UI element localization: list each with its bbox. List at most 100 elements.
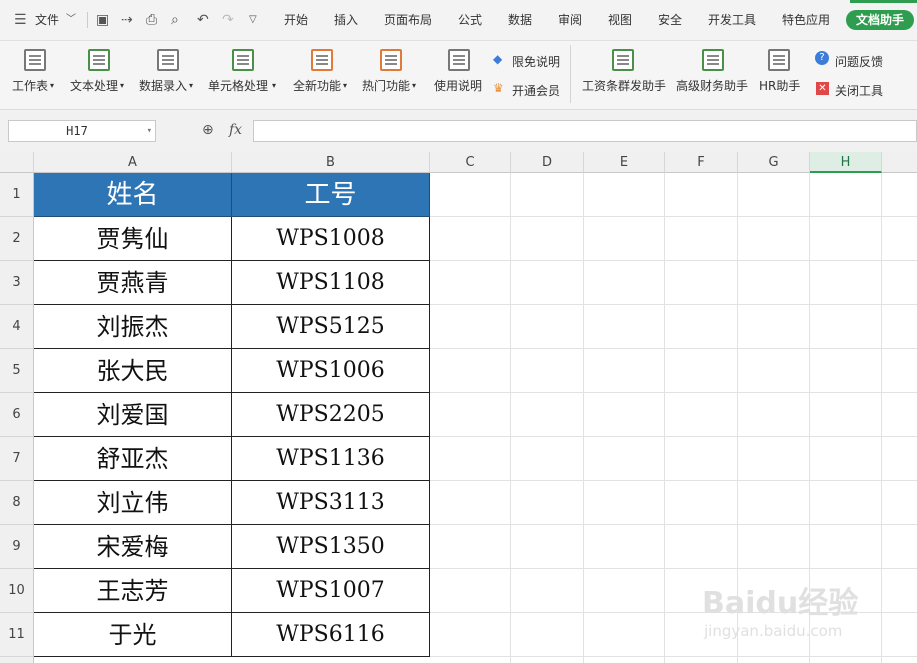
chevron-down-icon[interactable]: ﹀ [66,0,76,40]
hr-assistant-button[interactable]: HR助手 [756,41,804,109]
file-menu[interactable]: 文件 [35,0,59,40]
tab-formulas[interactable]: 公式 [458,0,482,40]
row-header-7[interactable]: 7 [0,437,34,481]
new-feature-icon [311,49,333,71]
quick-access-dropdown-icon[interactable]: ▽ [249,0,257,40]
cell-id[interactable]: WPS1350 [232,525,430,569]
dropdown-arrow-icon: ▾ [50,81,55,90]
finance-icon [702,49,724,71]
dropdown-arrow-icon: ▾ [343,81,348,90]
column-header-f[interactable]: F [665,152,738,173]
name-box[interactable]: H17 ▾ [8,120,156,142]
text-process-button[interactable]: 文本处理 ▾ [68,41,130,109]
formula-input[interactable] [253,120,917,142]
payslip-icon [612,49,634,71]
cell-name[interactable]: 王志芳 [34,569,232,613]
column-header-g[interactable]: G [738,152,810,173]
cell-name[interactable]: 贾隽仙 [34,217,232,261]
row-header-12[interactable] [0,657,34,663]
cell-id[interactable]: WPS6116 [232,613,430,657]
free-info-link[interactable]: 限免说明 [512,53,560,70]
column-header-i[interactable] [882,152,917,173]
export-icon[interactable]: ⇢ [121,0,133,40]
text-process-icon [88,49,110,71]
hr-icon [768,49,790,71]
tab-security[interactable]: 安全 [658,0,682,40]
finance-button[interactable]: 高级财务助手 [674,41,752,109]
cell-name[interactable]: 舒亚杰 [34,437,232,481]
print-preview-icon[interactable]: ⌕ [171,0,179,40]
row-header-9[interactable]: 9 [0,525,34,569]
tab-document-assistant[interactable]: 文档助手 [846,10,914,30]
manual-button[interactable]: 使用说明 [432,41,486,109]
row-header-4[interactable]: 4 [0,305,34,349]
row-header-5[interactable]: 5 [0,349,34,393]
column-header-h[interactable]: H [810,152,882,173]
new-feature-button[interactable]: 全新功能 ▾ [291,41,353,109]
tab-developer[interactable]: 开发工具 [708,0,756,40]
column-header-c[interactable]: C [430,152,511,173]
row-header-2[interactable]: 2 [0,217,34,261]
function-icon[interactable]: fx [229,122,242,138]
cell-id[interactable]: WPS2205 [232,393,430,437]
row-header-10[interactable]: 10 [0,569,34,613]
tab-view[interactable]: 视图 [608,0,632,40]
tab-data[interactable]: 数据 [508,0,532,40]
cell-id[interactable]: WPS1136 [232,437,430,481]
cell-id[interactable]: WPS1006 [232,349,430,393]
data-entry-button[interactable]: 数据录入 ▾ [137,41,199,109]
hamburger-menu-icon[interactable]: ☰ [14,0,27,40]
cell-name[interactable]: 贾燕青 [34,261,232,305]
tab-page-layout[interactable]: 页面布局 [384,0,432,40]
header-cell-id[interactable]: 工号 [232,173,430,217]
row-header-8[interactable]: 8 [0,481,34,525]
dropdown-arrow-icon: ▾ [189,81,194,90]
zoom-icon[interactable]: ⊕ [202,122,214,138]
watermark: Baidu经验 jingyan.baidu.com [702,578,872,648]
row-header-11[interactable]: 11 [0,613,34,657]
row-header-6[interactable]: 6 [0,393,34,437]
select-all-corner[interactable] [0,152,34,173]
cell-process-button[interactable]: 单元格处理 ▾ [206,41,282,109]
save-icon[interactable]: ▣ [96,0,109,40]
undo-icon[interactable]: ↶ [197,0,209,40]
cell-id[interactable]: WPS1007 [232,569,430,613]
formula-bar: H17 ▾ ⊕ fx [0,110,917,152]
cell-name[interactable]: 刘振杰 [34,305,232,349]
cell-name[interactable]: 宋爱梅 [34,525,232,569]
cell-id[interactable]: WPS1108 [232,261,430,305]
tab-review[interactable]: 审阅 [558,0,582,40]
tab-home[interactable]: 开始 [284,0,308,40]
worksheet-button[interactable]: 工作表 ▾ [8,41,60,109]
cell-id[interactable]: WPS1008 [232,217,430,261]
column-header-d[interactable]: D [511,152,584,173]
cell-id[interactable]: WPS3113 [232,481,430,525]
cell-name[interactable]: 刘立伟 [34,481,232,525]
tab-insert[interactable]: 插入 [334,0,358,40]
header-cell-name[interactable]: 姓名 [34,173,232,217]
redo-icon[interactable]: ↷ [222,0,234,40]
crown-icon: ♛ [493,81,504,95]
data-entry-icon [157,49,179,71]
row-header-1[interactable]: 1 [0,173,34,217]
cell-name[interactable]: 张大民 [34,349,232,393]
cell-name[interactable]: 刘爱国 [34,393,232,437]
menu-bar: ☰ 文件 ﹀ ▣ ⇢ ⎙ ⌕ ↶ ↷ ▽ 开始 插入 页面布局 公式 数据 审阅… [0,0,917,41]
close-tools-button[interactable]: 关闭工具 [835,82,883,99]
active-tab-indicator [850,0,917,3]
row-header-3[interactable]: 3 [0,261,34,305]
feedback-link[interactable]: 问题反馈 [835,53,883,70]
payslip-button[interactable]: 工资条群发助手 [579,41,669,109]
hot-feature-button[interactable]: 热门功能 ▾ [360,41,422,109]
column-header-b[interactable]: B [232,152,430,173]
cell-name[interactable]: 于光 [34,613,232,657]
worksheet-icon [24,49,46,71]
chevron-down-icon[interactable]: ▾ [147,121,152,141]
tab-features[interactable]: 特色应用 [782,0,830,40]
open-vip-link[interactable]: 开通会员 [512,82,560,99]
column-header-e[interactable]: E [584,152,665,173]
print-icon[interactable]: ⎙ [146,0,157,40]
column-header-a[interactable]: A [34,152,232,173]
tag-icon: ◆ [493,52,503,66]
cell-id[interactable]: WPS5125 [232,305,430,349]
